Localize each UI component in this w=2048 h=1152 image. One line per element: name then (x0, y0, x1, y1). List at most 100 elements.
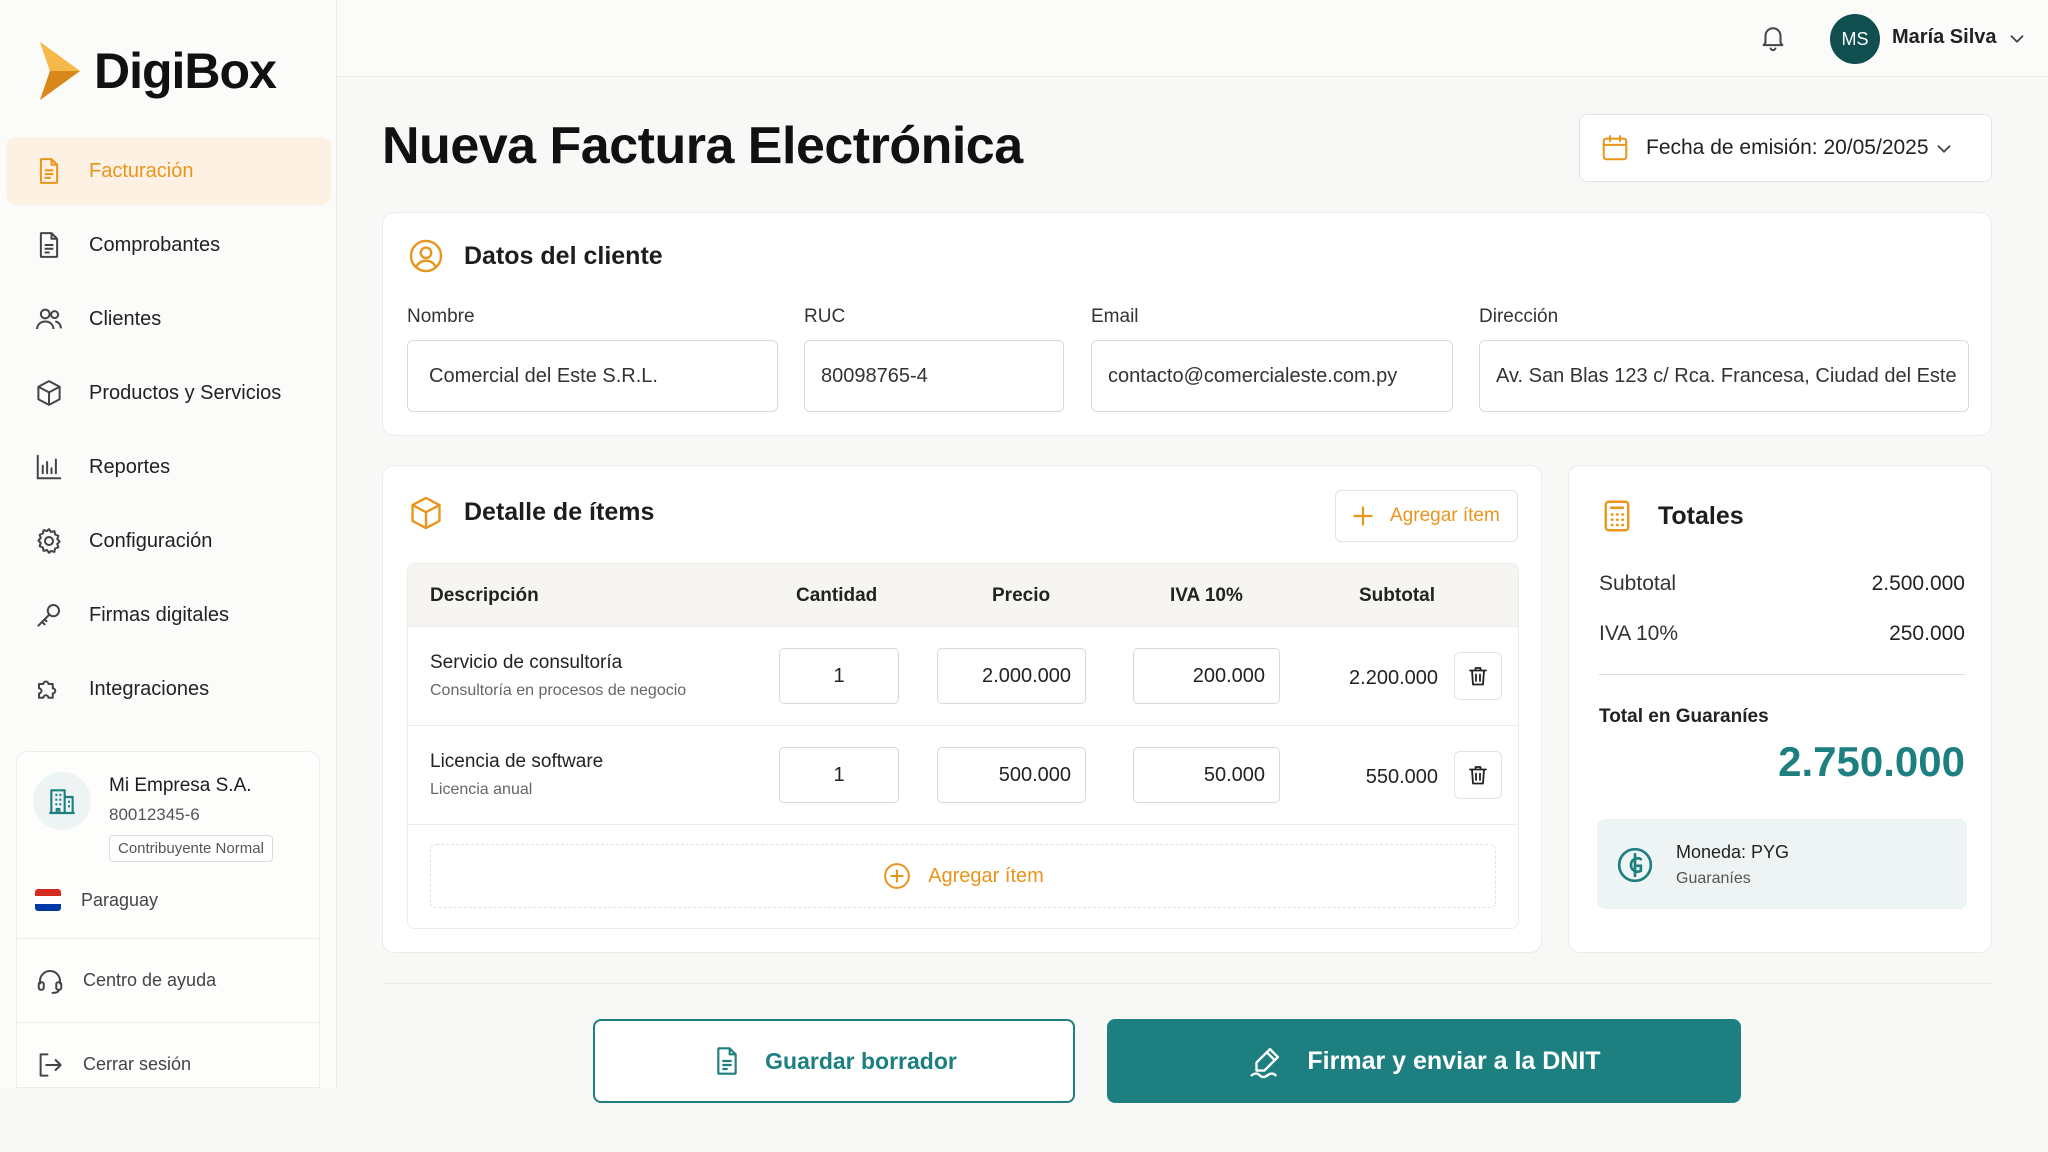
item-description: Servicio de consultoría (430, 652, 623, 673)
price-input[interactable]: 500.000 (937, 747, 1086, 803)
items-detail-card: Detalle de ítems Agregar ítem Descripció… (382, 465, 1542, 953)
sidebar-item-facturacion[interactable]: Facturación (6, 137, 331, 205)
issue-date-picker[interactable]: Fecha de emisión: 20/05/2025 (1579, 114, 1992, 182)
totals-divider (1599, 674, 1965, 675)
calculator-icon (1599, 498, 1637, 536)
add-item-button[interactable]: Agregar ítem (1335, 490, 1518, 542)
add-item-row-button[interactable]: Agregar ítem (430, 844, 1496, 908)
row-subtotal: 550.000 (1365, 766, 1438, 788)
issue-date-value: 20/05/2025 (1823, 136, 1929, 159)
currency-name: Guaraníes (1676, 870, 1751, 887)
sidebar-item-label: Configuración (89, 529, 213, 552)
quantity-input[interactable]: 1 (779, 747, 899, 803)
logout-icon (35, 1050, 65, 1080)
totals-card: Totales Subtotal 2.500.000 IVA 10% 250.0… (1568, 465, 1992, 953)
user-name[interactable]: María Silva (1892, 26, 1997, 49)
table-row: Servicio de consultoría Consultoría en p… (408, 627, 1518, 726)
sign-and-send-button[interactable]: Firmar y enviar a la DNIT (1107, 1019, 1741, 1103)
delete-row-button[interactable] (1454, 751, 1502, 799)
delete-row-button[interactable] (1454, 652, 1502, 700)
sidebar-item-clientes[interactable]: Clientes (6, 285, 331, 353)
iva-input[interactable]: 200.000 (1133, 648, 1280, 704)
save-draft-label: Guardar borrador (765, 1047, 957, 1074)
sidebar-item-comprobantes[interactable]: Comprobantes (6, 211, 331, 279)
signature-pen-icon (1247, 1042, 1285, 1080)
sidebar-item-configuracion[interactable]: Configuración (6, 507, 331, 575)
sidebar-item-label: Clientes (89, 307, 162, 330)
sidebar-nav: Facturación Comprobantes Clientes Produc… (6, 137, 331, 729)
iva-input[interactable]: 50.000 (1133, 747, 1280, 803)
puzzle-icon (34, 674, 64, 704)
chevron-down-icon[interactable] (2006, 28, 2028, 50)
logo[interactable]: DigiBox (36, 40, 277, 102)
client-name-label: Nombre (407, 306, 475, 327)
price-input[interactable]: 2.000.000 (937, 648, 1086, 704)
logo-play-icon (36, 40, 84, 102)
grand-total-value: 2.750.000 (1778, 738, 1965, 785)
receipt-icon (34, 230, 64, 260)
client-email-label: Email (1091, 306, 1139, 327)
actions-divider (382, 983, 1992, 984)
items-table: Descripción Cantidad Precio IVA 10% Subt… (407, 563, 1519, 929)
sidebar-item-label: Productos y Servicios (89, 381, 282, 404)
trash-icon (1466, 763, 1490, 787)
users-icon (34, 304, 64, 334)
trash-icon (1466, 664, 1490, 688)
paraguay-flag-icon (35, 889, 61, 911)
logout-link[interactable]: Cerrar sesión (17, 1022, 319, 1106)
sidebar-item-reportes[interactable]: Reportes (6, 433, 331, 501)
item-subdescription: Licencia anual (430, 781, 533, 798)
table-row: Licencia de software Licencia anual 1 50… (408, 726, 1518, 825)
grand-total-label: Total en Guaraníes (1599, 706, 1769, 727)
sidebar-item-label: Comprobantes (89, 233, 221, 256)
user-circle-icon (407, 237, 445, 275)
calendar-icon (1600, 133, 1630, 163)
user-avatar[interactable]: MS (1830, 14, 1880, 64)
add-item-row-label: Agregar ítem (928, 864, 1044, 887)
items-card-title: Detalle de ítems (464, 498, 655, 526)
item-description: Licencia de software (430, 751, 604, 772)
save-draft-button[interactable]: Guardar borrador (593, 1019, 1075, 1103)
plus-circle-icon (882, 861, 912, 891)
sidebar-item-label: Integraciones (89, 677, 210, 700)
quantity-input[interactable]: 1 (779, 648, 899, 704)
gear-icon (34, 526, 64, 556)
logout-label: Cerrar sesión (83, 1054, 192, 1074)
company-name: Mi Empresa S.A. (109, 775, 252, 796)
sidebar-item-label: Firmas digitales (89, 603, 230, 626)
row-subtotal: 2.200.000 (1349, 667, 1438, 689)
client-data-card: Datos del cliente Nombre Comercial del E… (382, 212, 1992, 436)
col-precio: Precio (992, 585, 1051, 606)
client-ruc-field[interactable]: 80098765-4 (804, 340, 1064, 412)
sidebar-item-integraciones[interactable]: Integraciones (6, 655, 331, 723)
col-descripcion: Descripción (430, 585, 539, 606)
document-icon (711, 1045, 743, 1077)
box-icon (407, 494, 445, 532)
box-icon (34, 378, 64, 408)
sidebar-item-firmas[interactable]: Firmas digitales (6, 581, 331, 649)
company-ruc: 80012345-6 (109, 805, 200, 824)
bar-chart-icon (34, 452, 64, 482)
col-iva: IVA 10% (1170, 585, 1243, 606)
country-label: Paraguay (81, 889, 159, 910)
client-name-field[interactable]: Comercial del Este S.R.L. (407, 340, 778, 412)
client-address-field[interactable]: Av. San Blas 123 c/ Rca. Francesa, Ciuda… (1479, 340, 1969, 412)
chevron-down-icon (1933, 138, 1955, 160)
totals-card-title: Totales (1658, 502, 1744, 530)
client-ruc-label: RUC (804, 306, 846, 327)
iva-total-value: 250.000 (1889, 622, 1965, 645)
company-summary: Mi Empresa S.A. 80012345-6 Contribuyente… (33, 772, 273, 862)
client-email-field[interactable]: contacto@comercialeste.com.py (1091, 340, 1453, 412)
sidebar-item-productos[interactable]: Productos y Servicios (6, 359, 331, 427)
key-icon (34, 600, 64, 630)
country-selector[interactable]: Paraguay (35, 889, 158, 911)
building-icon (33, 772, 91, 830)
help-center-link[interactable]: Centro de ayuda (17, 938, 319, 1022)
document-icon (34, 156, 64, 186)
sign-and-send-label: Firmar y enviar a la DNIT (1307, 1046, 1601, 1075)
client-card-title: Datos del cliente (464, 242, 663, 270)
headset-icon (35, 966, 65, 996)
subtotal-value: 2.500.000 (1871, 572, 1965, 595)
bell-icon[interactable] (1758, 22, 1788, 52)
guarani-coin-icon (1615, 845, 1655, 885)
